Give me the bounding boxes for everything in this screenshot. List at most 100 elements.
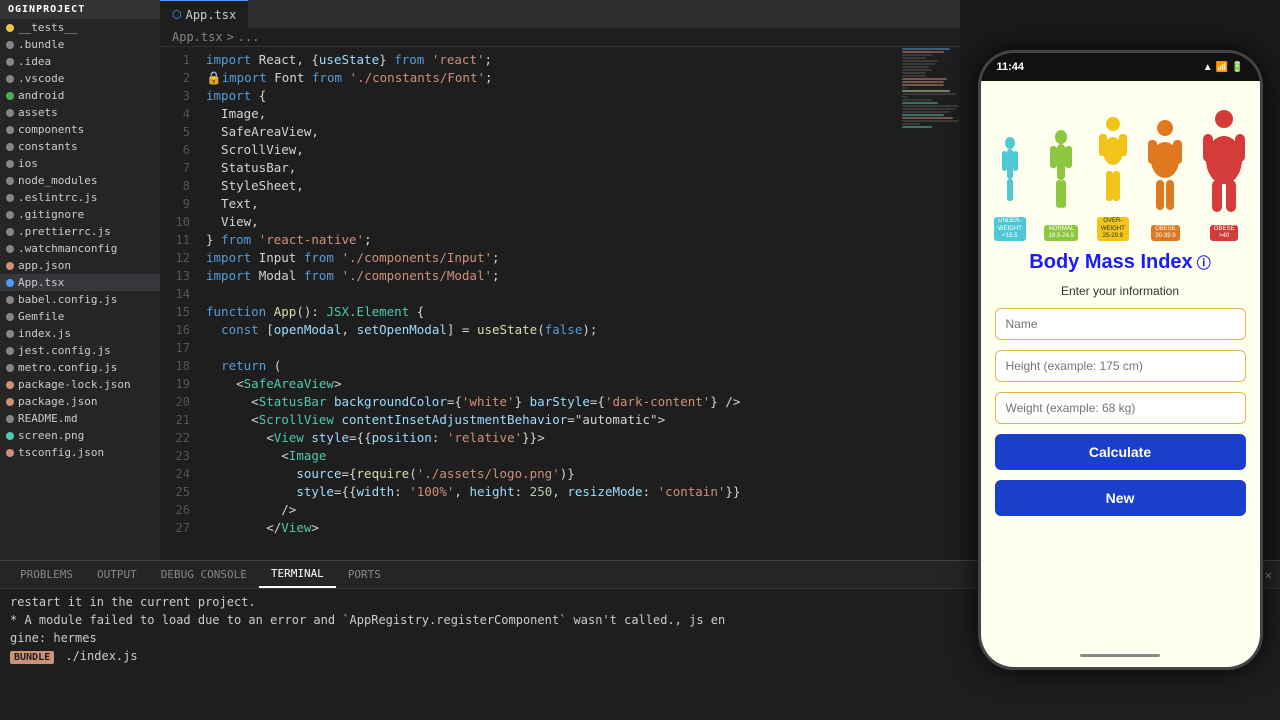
sidebar-item-package[interactable]: package.json xyxy=(0,393,160,410)
sidebar-item-jest[interactable]: jest.config.js xyxy=(0,342,160,359)
phone-time: 11:44 xyxy=(997,61,1025,73)
sidebar-item-appjson[interactable]: app.json xyxy=(0,257,160,274)
terminal-line: restart it in the current project. xyxy=(160,593,960,611)
sidebar-item-eslintrc[interactable]: .eslintrc.js xyxy=(0,189,160,206)
sidebar-item-babel[interactable]: babel.config.js xyxy=(0,291,160,308)
sidebar-item-tsconfig[interactable]: tsconfig.json xyxy=(0,444,160,461)
home-bar-indicator xyxy=(1080,654,1160,657)
breadcrumb: App.tsx > ... xyxy=(160,28,960,47)
folder-icon xyxy=(6,109,14,117)
editor-tab-bar: ⬡ App.tsx xyxy=(160,0,960,28)
sidebar-item-ios[interactable]: ios xyxy=(0,155,160,172)
sidebar-item-index[interactable]: index.js xyxy=(0,325,160,342)
folder-icon xyxy=(6,177,14,185)
terminal-content: restart it in the current project. * A m… xyxy=(160,589,960,720)
sidebar-item-prettierrc[interactable]: .prettierrc.js xyxy=(0,223,160,240)
phone-status-icons: ▲ 📶 🔋 xyxy=(1203,62,1244,73)
terminal-line: gine: hermes xyxy=(160,629,960,647)
bmi-figure-overweight: OVER-WEIGHT25-29.9 xyxy=(1097,115,1129,241)
tab-terminal[interactable]: TERMINAL xyxy=(259,561,336,588)
name-input[interactable] xyxy=(995,308,1246,340)
new-button[interactable]: New xyxy=(995,480,1246,516)
calculate-button[interactable]: Calculate xyxy=(995,434,1246,470)
bmi-badge-overweight: OVER-WEIGHT25-29.9 xyxy=(1097,217,1129,241)
project-title: OGINPROJECT xyxy=(0,0,160,19)
file-icon xyxy=(6,211,14,219)
file-icon xyxy=(6,415,14,423)
file-icon xyxy=(6,245,14,253)
folder-icon xyxy=(6,58,14,66)
tab-ports[interactable]: PORTS xyxy=(336,561,393,588)
file-icon xyxy=(6,262,14,270)
sidebar-item-readme[interactable]: README.md xyxy=(0,410,160,427)
phone-shell: 11:44 ▲ 📶 🔋 xyxy=(978,50,1263,670)
folder-icon xyxy=(6,75,14,83)
phone-screen: UNDER-WEIGHT<18.5 NORMAL18.5-24.9 xyxy=(981,81,1260,643)
bmi-figures-row: UNDER-WEIGHT<18.5 NORMAL18.5-24.9 xyxy=(981,81,1260,241)
body-svg-obese2 xyxy=(1202,108,1246,223)
sidebar-item-metro[interactable]: metro.config.js xyxy=(0,359,160,376)
sidebar-item-gemfile[interactable]: Gemfile xyxy=(0,308,160,325)
bmi-content-area: Body Mass Index ⓘ Enter your information… xyxy=(981,241,1260,643)
bmi-badge-obese2: OBESE>40 xyxy=(1210,225,1239,241)
tab-debug-console[interactable]: DEBUG CONSOLE xyxy=(160,561,259,588)
folder-icon xyxy=(6,143,14,151)
weight-input[interactable] xyxy=(995,392,1246,424)
sidebar-item-constants[interactable]: constants xyxy=(0,138,160,155)
sidebar-item-tests[interactable]: __tests__ xyxy=(0,19,160,36)
file-icon xyxy=(6,449,14,457)
file-icon xyxy=(6,279,14,287)
folder-icon xyxy=(6,126,14,134)
sidebar-item-screen[interactable]: screen.png xyxy=(0,427,160,444)
bmi-badge-normal: NORMAL18.5-24.9 xyxy=(1044,225,1078,241)
sidebar-item-gitignore[interactable]: .gitignore xyxy=(0,206,160,223)
bmi-badge-underweight: UNDER-WEIGHT<18.5 xyxy=(994,217,1026,241)
sidebar-item-node-modules[interactable]: node_modules xyxy=(0,172,160,189)
info-icon[interactable]: ⓘ xyxy=(1197,253,1211,273)
body-svg-normal xyxy=(1048,128,1074,223)
file-icon xyxy=(6,296,14,304)
bmi-title: Body Mass Index ⓘ xyxy=(995,251,1246,274)
folder-icon xyxy=(6,41,14,49)
folder-icon xyxy=(6,160,14,168)
bmi-subtitle: Enter your information xyxy=(995,284,1246,298)
sidebar-item-android[interactable]: android xyxy=(0,87,160,104)
tsx-file-icon: ⬡ xyxy=(172,8,182,21)
phone-home-bar xyxy=(981,643,1260,667)
editor-tab-apptsx[interactable]: ⬡ App.tsx xyxy=(160,0,248,28)
sidebar-item-components[interactable]: components xyxy=(0,121,160,138)
sidebar-item-vscode[interactable]: .vscode xyxy=(0,70,160,87)
bmi-figure-underweight: UNDER-WEIGHT<18.5 xyxy=(994,135,1026,241)
folder-icon xyxy=(6,92,14,100)
body-svg-obese1 xyxy=(1147,118,1183,223)
bmi-figure-normal: NORMAL18.5-24.9 xyxy=(1044,128,1078,241)
sidebar-item-package-lock[interactable]: package-lock.json xyxy=(0,376,160,393)
bmi-figure-obese1: OBESE30-39.9 xyxy=(1147,118,1183,241)
sidebar-item-bundle[interactable]: .bundle xyxy=(0,36,160,53)
phone-status-bar: 11:44 ▲ 📶 🔋 xyxy=(981,53,1260,81)
phone-preview-panel: 11:44 ▲ 📶 🔋 xyxy=(960,0,1280,720)
sidebar-item-idea[interactable]: .idea xyxy=(0,53,160,70)
file-icon xyxy=(6,364,14,372)
terminal-bundle-line: BUNDLE ./index.js xyxy=(160,647,960,667)
terminal-panel: PROBLEMS OUTPUT DEBUG CONSOLE TERMINAL P… xyxy=(160,560,960,720)
file-icon xyxy=(6,347,14,355)
sidebar-item-watchman[interactable]: .watchmanconfig xyxy=(0,240,160,257)
file-icon xyxy=(6,330,14,338)
sidebar-item-assets[interactable]: assets xyxy=(0,104,160,121)
bmi-badge-obese1: OBESE30-39.9 xyxy=(1151,225,1180,241)
terminal-line: * A module failed to load due to an erro… xyxy=(160,611,960,629)
file-icon xyxy=(6,381,14,389)
file-icon xyxy=(6,228,14,236)
terminal-tab-bar: PROBLEMS OUTPUT DEBUG CONSOLE TERMINAL P… xyxy=(160,561,960,589)
code-editor: ⬡ App.tsx App.tsx > ... 12345 678910 111… xyxy=(160,0,960,720)
bmi-figure-obese2: OBESE>40 xyxy=(1202,108,1246,241)
sidebar-item-apptsx[interactable]: App.tsx xyxy=(0,274,160,291)
file-icon xyxy=(6,432,14,440)
folder-icon xyxy=(6,24,14,32)
body-svg-underweight xyxy=(999,135,1021,215)
height-input[interactable] xyxy=(995,350,1246,382)
file-icon xyxy=(6,194,14,202)
body-svg-overweight xyxy=(1098,115,1128,215)
file-icon xyxy=(6,398,14,406)
